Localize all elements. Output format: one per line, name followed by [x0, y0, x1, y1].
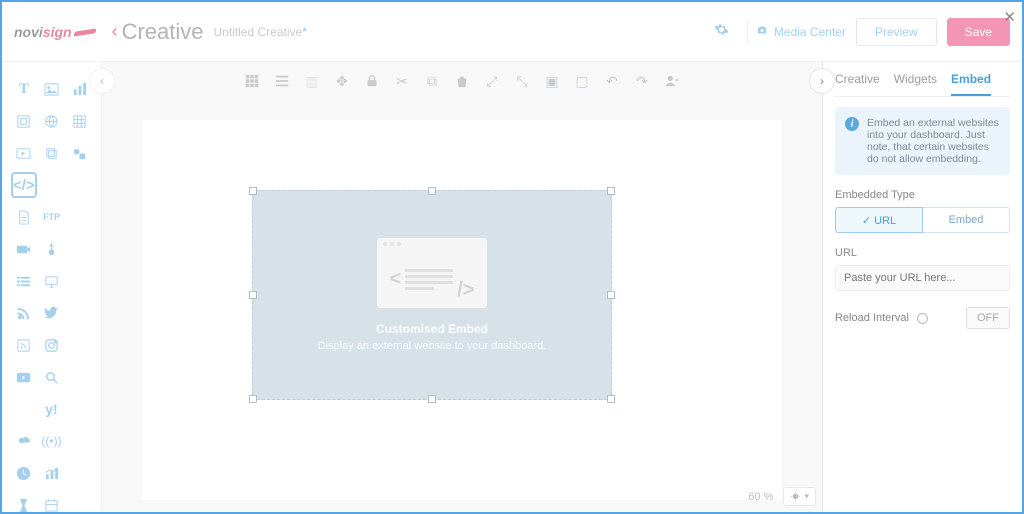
tab-widgets[interactable]: Widgets: [894, 72, 937, 96]
divider: [747, 21, 748, 43]
instagram-widget[interactable]: [38, 332, 64, 358]
tab-creative[interactable]: Creative: [835, 72, 880, 96]
editor-toolbar: ▥ ✥ ✂ ⧉ ⤢ ⤡ ▣ ▢ ↶ ↷: [102, 62, 822, 100]
fit-icon[interactable]: ⤡: [513, 72, 531, 90]
document-title[interactable]: Untitled Creative: [213, 25, 306, 39]
frame-widget[interactable]: [11, 108, 37, 134]
rss-widget[interactable]: [11, 300, 37, 326]
camera-icon: [756, 24, 768, 39]
clock-widget[interactable]: [11, 460, 37, 486]
settings-gear-icon[interactable]: [714, 22, 729, 41]
list-icon[interactable]: [273, 72, 291, 90]
redo-icon[interactable]: ↷: [633, 72, 651, 90]
embed-widget-instance[interactable]: < /> Customised Embed Display an externa…: [252, 190, 612, 400]
resize-handle[interactable]: [607, 187, 615, 195]
doc-widget[interactable]: [11, 204, 37, 230]
tab-embed[interactable]: Embed: [951, 72, 991, 96]
calendar-widget[interactable]: [38, 492, 64, 514]
globe-widget[interactable]: [38, 108, 64, 134]
resize-handle[interactable]: [428, 187, 436, 195]
wifi-widget[interactable]: ((•)): [38, 428, 64, 454]
y-widget[interactable]: y!: [38, 396, 64, 422]
lock-icon[interactable]: [363, 72, 381, 90]
code-embed-widget[interactable]: </>: [11, 172, 37, 198]
ftp-widget[interactable]: FTP: [38, 204, 64, 230]
gallery-widget[interactable]: [38, 140, 64, 166]
embed-info-box: i Embed an external websites into your d…: [835, 107, 1010, 175]
brand-part2: sign: [43, 24, 72, 40]
reload-interval-value[interactable]: OFF: [966, 307, 1010, 329]
list-widget[interactable]: [11, 268, 37, 294]
resize-handle[interactable]: [249, 395, 257, 403]
resize-handle[interactable]: [249, 291, 257, 299]
url-input[interactable]: [835, 265, 1010, 291]
copy-icon[interactable]: ⧉: [423, 72, 441, 90]
media-widget[interactable]: [11, 140, 37, 166]
shapes-widget[interactable]: [66, 140, 92, 166]
resize-handle[interactable]: [249, 187, 257, 195]
section-title: Creative: [122, 19, 204, 45]
move-icon[interactable]: ✥: [333, 72, 351, 90]
resize-handle[interactable]: [607, 395, 615, 403]
close-icon[interactable]: ✕: [1003, 8, 1016, 26]
table-widget[interactable]: [66, 108, 92, 134]
embed-info-text: Embed an external websites into your das…: [867, 117, 1000, 165]
media-center-link[interactable]: Media Center: [756, 24, 846, 39]
u-widget[interactable]: U: [11, 396, 37, 422]
save-button[interactable]: Save: [947, 18, 1010, 46]
reload-interval-label: Reload Interval: [835, 312, 909, 324]
resize-handle[interactable]: [428, 395, 436, 403]
type-embed-option[interactable]: Embed: [923, 207, 1010, 233]
text-widget[interactable]: T: [11, 76, 37, 102]
layout-icon[interactable]: ▥: [303, 72, 321, 90]
inspector-panel: › Creative Widgets Embed i Embed an exte…: [822, 62, 1022, 512]
embedded-type-label: Embedded Type: [835, 189, 1010, 201]
timer-widget[interactable]: [11, 492, 37, 514]
touch-widget[interactable]: [38, 236, 64, 262]
preview-button[interactable]: Preview: [856, 18, 937, 46]
back-button[interactable]: ‹: [112, 21, 118, 42]
zoom-menu-button[interactable]: ▾: [783, 487, 816, 506]
embedded-type-segment: ✓ URL Embed: [835, 207, 1010, 233]
info-icon: i: [845, 117, 859, 131]
search-widget[interactable]: [38, 364, 64, 390]
delete-icon[interactable]: [453, 72, 471, 90]
screen-widget[interactable]: [38, 268, 64, 294]
swoosh-icon: [74, 26, 96, 38]
widget-palette: ‹ T</>FTPUy!((•)): [2, 62, 102, 512]
analytics-widget[interactable]: [38, 460, 64, 486]
undo-icon[interactable]: ↶: [603, 72, 621, 90]
media-center-label: Media Center: [774, 25, 846, 39]
embed-placeholder-icon: < />: [377, 238, 487, 308]
weather-widget[interactable]: [11, 428, 37, 454]
cut-icon[interactable]: ✂: [393, 72, 411, 90]
bring-front-icon[interactable]: ▣: [543, 72, 561, 90]
resize-handle[interactable]: [607, 291, 615, 299]
collapse-right-button[interactable]: ›: [809, 68, 835, 94]
app-header: novisign ‹ Creative Untitled Creative Me…: [2, 2, 1022, 62]
collapse-left-button[interactable]: ‹: [89, 68, 115, 94]
reload-interval-radio[interactable]: [917, 313, 928, 324]
twitter-widget[interactable]: [38, 300, 64, 326]
feed-widget[interactable]: [11, 332, 37, 358]
embed-placeholder-title: Customised Embed: [376, 322, 488, 336]
video-widget[interactable]: [11, 236, 37, 262]
url-label: URL: [835, 247, 1010, 259]
send-back-icon[interactable]: ▢: [573, 72, 591, 90]
youtube-widget[interactable]: [11, 364, 37, 390]
image-widget[interactable]: [38, 76, 64, 102]
user-icon[interactable]: [663, 72, 681, 90]
editor-canvas[interactable]: < /> Customised Embed Display an externa…: [142, 120, 782, 500]
expand-icon[interactable]: ⤢: [483, 72, 501, 90]
brand-logo: novisign: [14, 24, 96, 40]
type-url-option[interactable]: ✓ URL: [835, 207, 923, 233]
embed-placeholder-sub: Display an external website to your dash…: [318, 340, 547, 352]
brand-part1: novi: [14, 24, 43, 40]
grid-icon[interactable]: [243, 72, 261, 90]
zoom-level: 60 %: [748, 491, 773, 503]
